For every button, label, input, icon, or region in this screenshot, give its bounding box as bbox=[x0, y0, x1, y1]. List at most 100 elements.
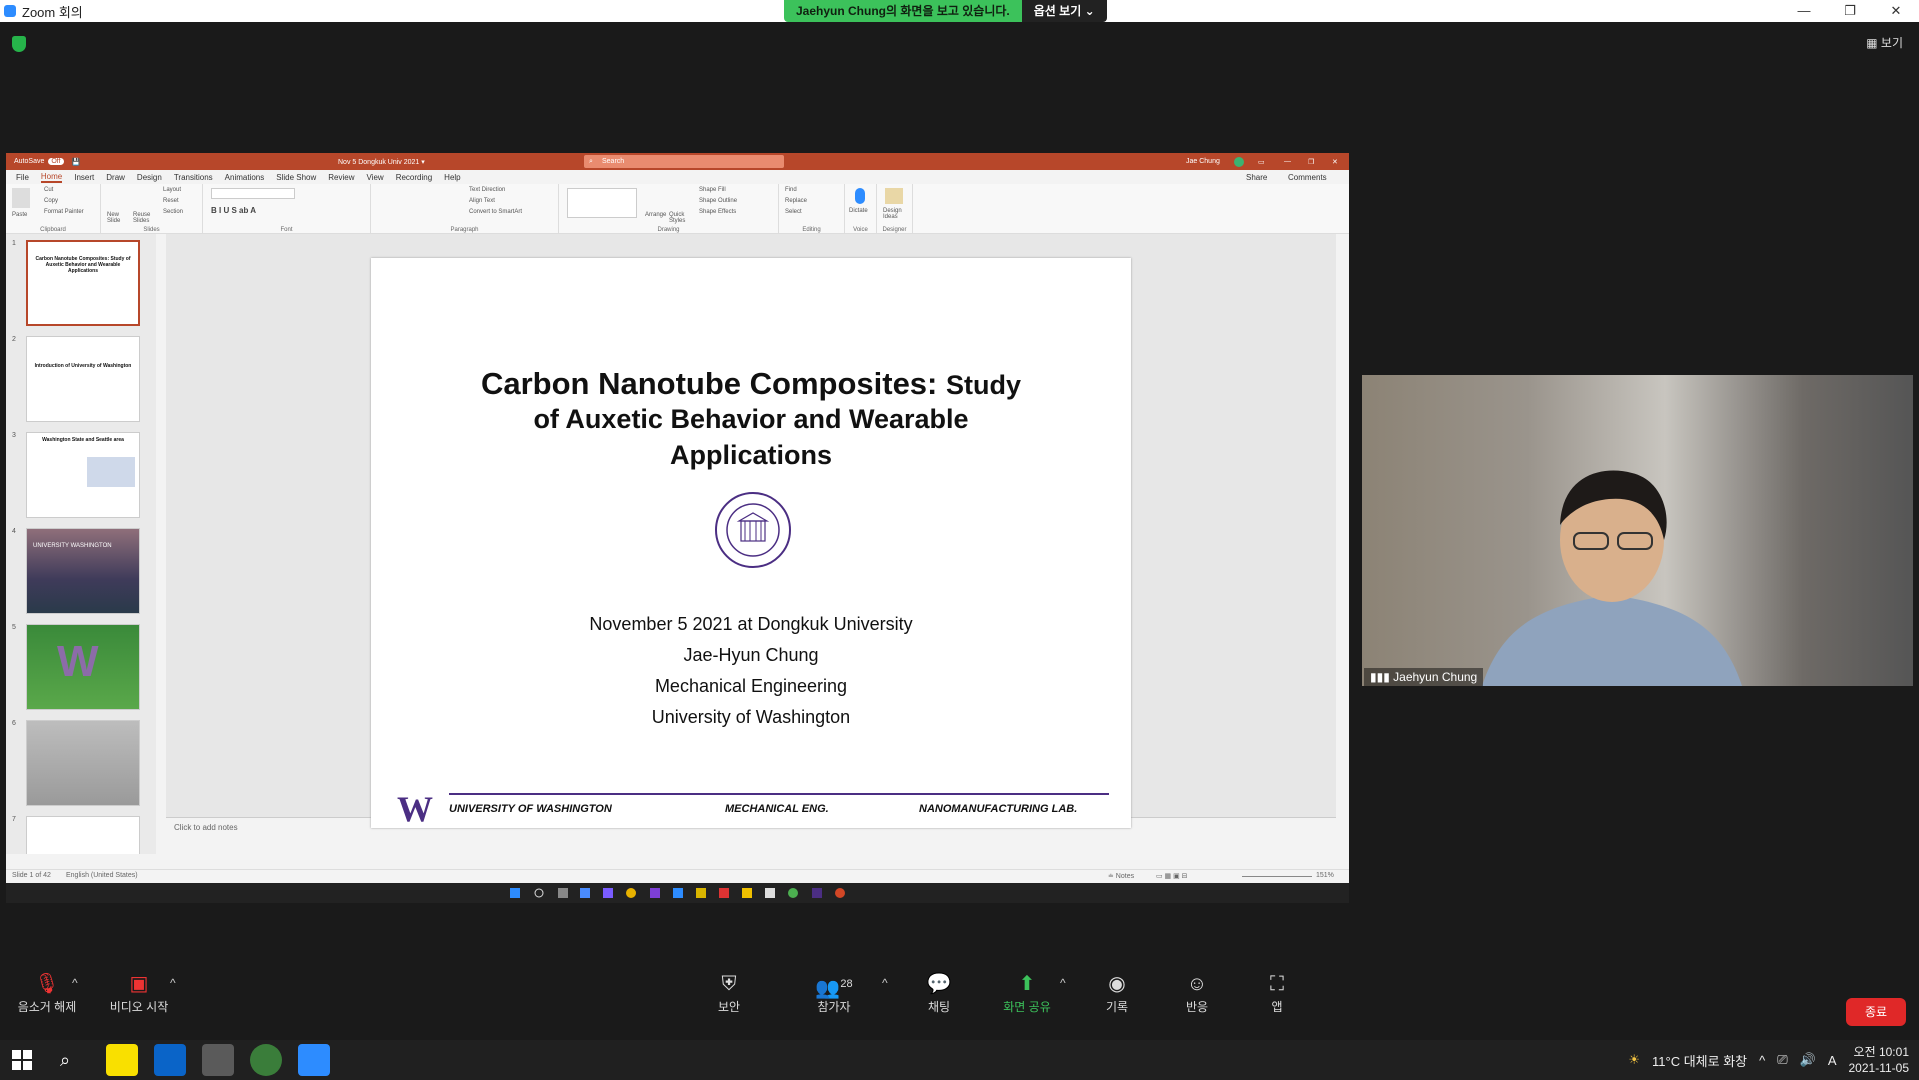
slide-thumbnail-2[interactable]: Introduction of University of Washington bbox=[26, 336, 140, 422]
cut-button[interactable]: Cut bbox=[44, 187, 53, 193]
slide-thumbnail-4[interactable]: UNIVERSITY WASHINGTON bbox=[26, 528, 140, 614]
user-name[interactable]: Jae Chung bbox=[1186, 158, 1220, 165]
convert-smartart-button[interactable]: Convert to SmartArt bbox=[469, 209, 522, 215]
tab-home[interactable]: Home bbox=[40, 172, 63, 183]
replace-button[interactable]: Replace bbox=[785, 198, 807, 204]
close-icon[interactable]: ✕ bbox=[1873, 0, 1919, 22]
paint-app-icon[interactable] bbox=[202, 1044, 234, 1076]
security-button[interactable]: ⛨ 보안 bbox=[704, 970, 754, 1015]
taskbar-search-icon[interactable]: ⌕ bbox=[60, 1050, 70, 1071]
video-button[interactable]: ▣ 비디오 시작 bbox=[104, 970, 174, 1015]
format-painter-button[interactable]: Format Painter bbox=[44, 209, 84, 215]
layout-button[interactable]: Layout bbox=[163, 187, 181, 193]
group-slides: New Slide Reuse Slides Layout Reset Sect… bbox=[101, 184, 203, 234]
paste-icon[interactable] bbox=[12, 188, 30, 208]
record-button[interactable]: ◉ 기록 bbox=[1092, 970, 1142, 1015]
clock[interactable]: 오전 10:01 2021-11-05 bbox=[1849, 1044, 1910, 1076]
design-ideas-button[interactable]: Design Ideas bbox=[883, 208, 909, 220]
slide-thumbnail-7[interactable] bbox=[26, 816, 140, 854]
shape-fill-button[interactable]: Shape Fill bbox=[699, 187, 726, 193]
restore-icon[interactable]: ❐ bbox=[1827, 0, 1873, 22]
security-shield-icon[interactable] bbox=[12, 36, 26, 52]
tab-file[interactable]: File bbox=[16, 173, 29, 182]
tab-help[interactable]: Help bbox=[444, 173, 460, 182]
find-button[interactable]: Find bbox=[785, 187, 797, 193]
volume-icon[interactable]: 🔊 bbox=[1800, 1052, 1816, 1068]
share-button[interactable]: Share bbox=[1246, 173, 1267, 182]
comments-button[interactable]: Comments bbox=[1288, 173, 1327, 182]
chrome-icon[interactable] bbox=[250, 1044, 282, 1076]
share-chevron-icon[interactable]: ^ bbox=[1060, 976, 1066, 990]
align-text-button[interactable]: Align Text bbox=[469, 198, 495, 204]
end-meeting-button[interactable]: 종료 bbox=[1846, 998, 1906, 1026]
participants-chevron-icon[interactable]: ^ bbox=[882, 976, 888, 990]
shapes-gallery[interactable] bbox=[567, 188, 637, 218]
tab-insert[interactable]: Insert bbox=[74, 173, 94, 182]
select-button[interactable]: Select bbox=[785, 209, 802, 215]
share-screen-button[interactable]: ⬆ 화면 공유 bbox=[996, 970, 1058, 1015]
arrange-button[interactable]: Arrange bbox=[645, 212, 666, 218]
windows-start-icon[interactable] bbox=[12, 1050, 32, 1070]
shape-outline-button[interactable]: Shape Outline bbox=[699, 198, 737, 204]
weather-text[interactable]: 11°C 대체로 화창 bbox=[1652, 1051, 1747, 1070]
ppt-minimize-icon[interactable]: — bbox=[1284, 158, 1291, 165]
video-options-chevron-icon[interactable]: ^ bbox=[170, 976, 176, 990]
ppt-search-input[interactable]: ⌕ Search bbox=[584, 155, 784, 168]
font-name-input[interactable] bbox=[211, 188, 295, 199]
section-button[interactable]: Section bbox=[163, 209, 183, 215]
tab-draw[interactable]: Draw bbox=[106, 173, 125, 182]
quick-styles-button[interactable]: Quick Styles bbox=[669, 212, 693, 224]
kakaotalk-icon[interactable] bbox=[106, 1044, 138, 1076]
network-icon[interactable]: ⎚ bbox=[1777, 1052, 1787, 1068]
tab-review[interactable]: Review bbox=[328, 173, 354, 182]
text-direction-button[interactable]: Text Direction bbox=[469, 187, 505, 193]
ppt-close-icon[interactable]: ✕ bbox=[1332, 158, 1338, 166]
apps-button[interactable]: ⛶ 앱 bbox=[1252, 970, 1302, 1015]
tab-recording[interactable]: Recording bbox=[396, 173, 432, 182]
current-slide[interactable]: Carbon Nanotube Composites: Study of Aux… bbox=[371, 258, 1131, 829]
reuse-slides-button[interactable]: Reuse Slides bbox=[133, 212, 155, 224]
participants-button[interactable]: 👥28 참가자 bbox=[806, 970, 862, 1015]
weather-icon[interactable]: ☀ bbox=[1628, 1052, 1640, 1068]
reset-button[interactable]: Reset bbox=[163, 198, 179, 204]
zoom-level[interactable]: 151% bbox=[1316, 872, 1334, 879]
chat-button[interactable]: 💬 채팅 bbox=[914, 970, 964, 1015]
tray-chevron-icon[interactable]: ^ bbox=[1759, 1053, 1765, 1068]
slide-thumbnail-1[interactable]: Carbon Nanotube Composites: Study of Aux… bbox=[26, 240, 140, 326]
dictate-button[interactable]: Dictate bbox=[849, 208, 868, 214]
shape-effects-button[interactable]: Shape Effects bbox=[699, 209, 736, 215]
paste-button[interactable]: Paste bbox=[12, 212, 27, 218]
design-ideas-icon[interactable] bbox=[885, 188, 903, 204]
audio-options-chevron-icon[interactable]: ^ bbox=[72, 976, 78, 990]
status-language[interactable]: English (United States) bbox=[66, 872, 138, 879]
view-options-button[interactable]: 옵션 보기 ⌄ bbox=[1021, 0, 1107, 22]
document-title[interactable]: Nov 5 Dongkuk Univ 2021 ▾ bbox=[338, 158, 425, 166]
new-slide-button[interactable]: New Slide bbox=[107, 212, 129, 224]
slide-thumbnail-5[interactable]: W bbox=[26, 624, 140, 710]
tab-animations[interactable]: Animations bbox=[225, 173, 265, 182]
minimize-icon[interactable]: — bbox=[1781, 0, 1827, 22]
ribbon-display-icon[interactable]: ▭ bbox=[1258, 158, 1265, 166]
font-style-buttons[interactable]: B I U S ab A bbox=[211, 206, 256, 215]
tab-view[interactable]: View bbox=[367, 173, 384, 182]
autosave-toggle[interactable]: Off bbox=[48, 158, 64, 165]
tab-transitions[interactable]: Transitions bbox=[174, 173, 213, 182]
save-icon[interactable]: 💾 bbox=[72, 158, 81, 166]
notes-toggle-button[interactable]: ≐ Notes bbox=[1108, 872, 1134, 880]
zoom-slider[interactable] bbox=[1242, 876, 1312, 877]
copy-button[interactable]: Copy bbox=[44, 198, 58, 204]
slide-thumbnail-6[interactable] bbox=[26, 720, 140, 806]
view-button[interactable]: ▦ 보기 bbox=[1866, 34, 1903, 51]
participant-video[interactable] bbox=[1362, 375, 1913, 686]
slide-thumbnail-3[interactable]: Washington State and Seattle area bbox=[26, 432, 140, 518]
ime-indicator[interactable]: A bbox=[1828, 1053, 1837, 1068]
view-buttons-icon[interactable]: ▭ ▦ ▣ ⊟ bbox=[1156, 872, 1188, 880]
ppt-restore-icon[interactable]: ❐ bbox=[1308, 158, 1314, 166]
outlook-icon[interactable] bbox=[154, 1044, 186, 1076]
zoom-app-icon[interactable] bbox=[298, 1044, 330, 1076]
avatar[interactable] bbox=[1234, 156, 1244, 167]
tab-design[interactable]: Design bbox=[137, 173, 162, 182]
tab-slide-show[interactable]: Slide Show bbox=[276, 173, 316, 182]
reactions-button[interactable]: ☺ 반응 bbox=[1172, 970, 1222, 1015]
microphone-icon[interactable] bbox=[855, 188, 865, 204]
